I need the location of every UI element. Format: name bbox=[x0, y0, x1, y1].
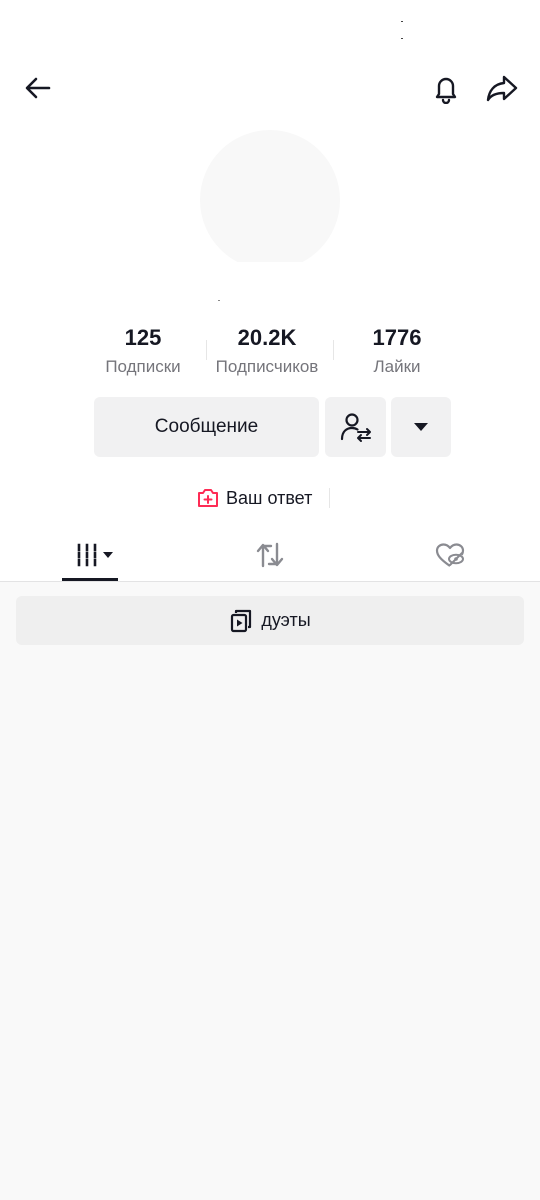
your-reply-link[interactable]: Ваш ответ bbox=[196, 484, 312, 512]
reply-divider bbox=[329, 488, 330, 508]
duets-label: дуэты bbox=[261, 610, 311, 630]
caret-down-icon bbox=[414, 423, 428, 431]
following-label: Подписки bbox=[105, 357, 181, 376]
status-dot bbox=[401, 21, 403, 22]
top-bar bbox=[0, 58, 540, 118]
repost-icon bbox=[256, 542, 284, 568]
tab-videos[interactable] bbox=[30, 530, 150, 580]
duet-icon bbox=[231, 609, 252, 632]
active-tab-indicator bbox=[62, 578, 118, 581]
camera-plus-icon bbox=[198, 489, 218, 507]
profile-actions: Сообщение bbox=[0, 397, 540, 458]
tab-liked[interactable] bbox=[390, 530, 510, 580]
following-count: 125 bbox=[124, 325, 162, 350]
tab-reposts[interactable] bbox=[210, 530, 330, 580]
avatar[interactable] bbox=[200, 130, 340, 270]
notification-button[interactable] bbox=[424, 66, 468, 110]
heart-hidden-icon bbox=[435, 543, 465, 567]
username-placeholder bbox=[218, 300, 220, 301]
message-button[interactable]: Сообщение bbox=[94, 397, 319, 457]
stat-following[interactable]: 125 Подписки bbox=[80, 322, 206, 380]
grid-icon bbox=[77, 543, 113, 567]
back-button[interactable] bbox=[16, 66, 60, 110]
content-tabs bbox=[0, 530, 540, 582]
message-button-label: Сообщение bbox=[154, 416, 259, 437]
your-reply-label: Ваш ответ bbox=[226, 487, 313, 508]
follow-toggle-button[interactable] bbox=[325, 397, 386, 457]
profile-stats: 125 Подписки 20.2K Подписчиков 1776 Лайк… bbox=[80, 322, 460, 382]
followers-count: 20.2K bbox=[237, 325, 297, 350]
more-options-button[interactable] bbox=[391, 397, 451, 457]
likes-count: 1776 bbox=[372, 325, 422, 350]
stat-likes[interactable]: 1776 Лайки bbox=[334, 322, 460, 380]
videos-content: дуэты bbox=[0, 582, 540, 1200]
stat-followers[interactable]: 20.2K Подписчиков bbox=[204, 322, 330, 380]
share-button[interactable] bbox=[480, 66, 524, 110]
status-dot bbox=[401, 38, 403, 39]
followers-label: Подписчиков bbox=[215, 357, 319, 376]
user-swap-icon bbox=[340, 413, 371, 442]
avatar-base bbox=[190, 262, 350, 282]
likes-label: Лайки bbox=[373, 357, 421, 376]
arrow-left-icon bbox=[25, 77, 51, 99]
duets-button[interactable]: дуэты bbox=[16, 596, 524, 645]
share-arrow-icon bbox=[486, 75, 518, 102]
bell-icon bbox=[435, 77, 457, 104]
